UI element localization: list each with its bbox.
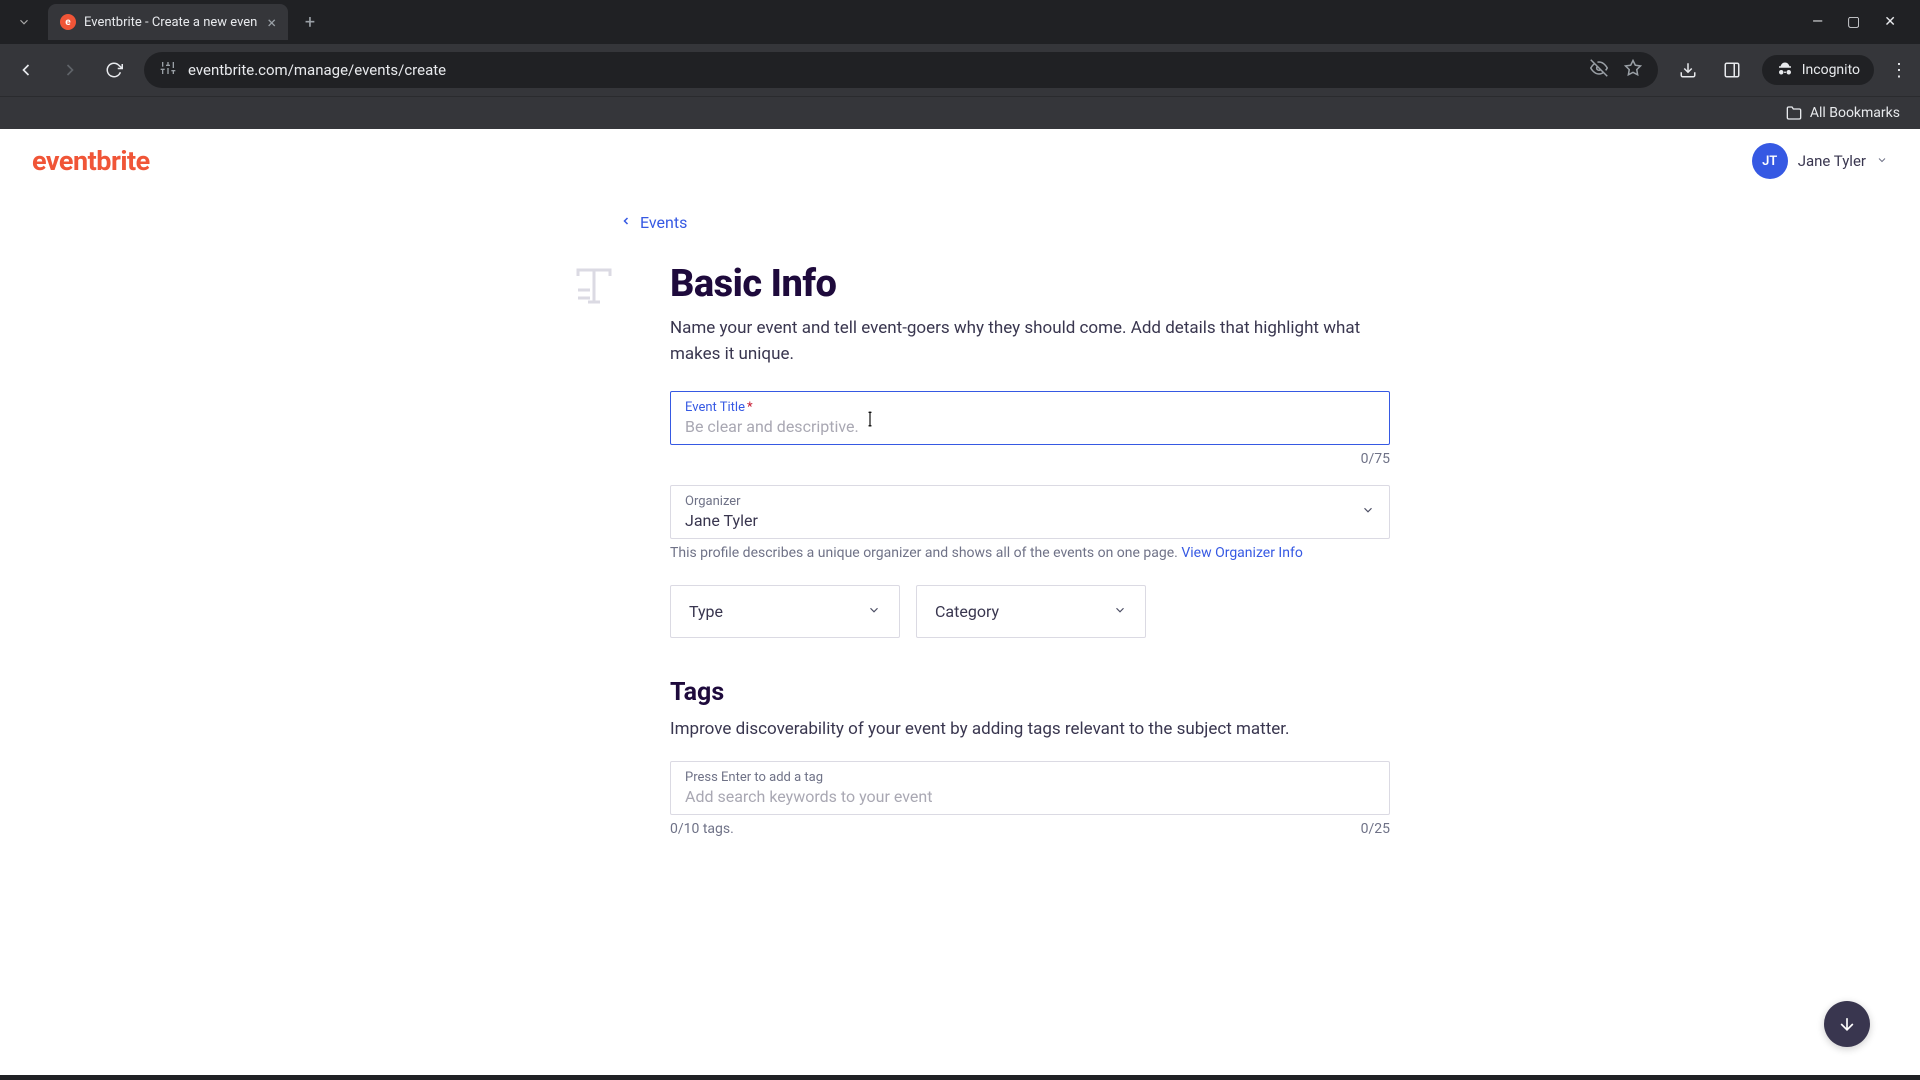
browser-chrome: e Eventbrite - Create a new even × + — ▢… <box>0 0 1920 129</box>
close-tab-button[interactable]: × <box>267 13 276 32</box>
reload-button[interactable] <box>100 56 128 84</box>
organizer-value: Jane Tyler <box>685 509 758 530</box>
bookmark-star-icon[interactable] <box>1624 59 1642 81</box>
tags-title: Tags <box>670 678 1390 707</box>
minimize-button[interactable]: — <box>1812 14 1823 30</box>
tags-field[interactable]: Press Enter to add a tag <box>670 761 1390 815</box>
required-indicator: * <box>747 400 753 415</box>
chevron-down-icon <box>1876 154 1888 169</box>
chevron-down-icon <box>1361 503 1375 521</box>
browser-menu-button[interactable]: ⋮ <box>1890 60 1908 81</box>
tags-input[interactable] <box>685 785 1375 806</box>
close-window-button[interactable]: ✕ <box>1884 14 1896 30</box>
chevron-down-icon <box>867 603 881 621</box>
incognito-label: Incognito <box>1802 62 1860 78</box>
organizer-label: Organizer <box>685 494 758 509</box>
user-avatar: JT <box>1752 143 1788 179</box>
type-label: Type <box>689 602 723 621</box>
breadcrumb-label: Events <box>640 213 687 232</box>
tags-char-counter: 0/25 <box>1361 821 1390 837</box>
eventbrite-logo[interactable]: eventbrite <box>32 145 150 177</box>
tab-bar: e Eventbrite - Create a new even × + — ▢… <box>0 0 1920 44</box>
tags-label: Press Enter to add a tag <box>685 770 823 785</box>
view-organizer-link[interactable]: View Organizer Info <box>1181 545 1302 561</box>
url-text: eventbrite.com/manage/events/create <box>188 61 1578 79</box>
type-select[interactable]: Type <box>670 585 900 638</box>
tags-count: 0/10 tags. <box>670 821 734 837</box>
forward-button[interactable] <box>56 56 84 84</box>
maximize-button[interactable]: ▢ <box>1847 14 1860 30</box>
app-header: eventbrite JT Jane Tyler <box>0 129 1920 193</box>
user-menu[interactable]: JT Jane Tyler <box>1752 143 1888 179</box>
all-bookmarks-button[interactable]: All Bookmarks <box>1786 105 1900 121</box>
chevron-down-icon <box>1113 603 1127 621</box>
tab-search-button[interactable] <box>8 6 40 38</box>
browser-toolbar: eventbrite.com/manage/events/create Inco… <box>0 44 1920 96</box>
site-settings-icon[interactable] <box>160 60 176 80</box>
event-title-input[interactable] <box>685 415 1375 436</box>
section-description: Name your event and tell event-goers why… <box>670 316 1390 367</box>
incognito-badge[interactable]: Incognito <box>1762 55 1874 85</box>
content-scroll[interactable]: Events Basic Info Name your event and te… <box>0 193 1920 1075</box>
event-title-field[interactable]: Event Title * <box>670 391 1390 445</box>
scroll-down-button[interactable] <box>1824 1001 1870 1047</box>
organizer-helper: This profile describes a unique organize… <box>670 545 1390 561</box>
download-icon[interactable] <box>1674 56 1702 84</box>
page-content: eventbrite JT Jane Tyler Events Basi <box>0 129 1920 1075</box>
chevron-left-icon <box>620 215 632 231</box>
text-icon <box>570 262 630 837</box>
eventbrite-favicon: e <box>60 14 76 30</box>
event-title-label: Event Title <box>685 400 745 415</box>
user-name: Jane Tyler <box>1798 152 1866 170</box>
tab-title: Eventbrite - Create a new even <box>84 15 259 30</box>
category-label: Category <box>935 602 999 621</box>
basic-info-section: Basic Info Name your event and tell even… <box>570 262 1500 837</box>
organizer-select[interactable]: Organizer Jane Tyler <box>670 485 1390 539</box>
category-select[interactable]: Category <box>916 585 1146 638</box>
section-title: Basic Info <box>670 262 1390 306</box>
new-tab-button[interactable]: + <box>296 8 324 36</box>
tags-description: Improve discoverability of your event by… <box>670 717 1390 743</box>
browser-tab[interactable]: e Eventbrite - Create a new even × <box>48 4 288 40</box>
breadcrumb-events[interactable]: Events <box>620 213 1500 232</box>
back-button[interactable] <box>12 56 40 84</box>
title-char-counter: 0/75 <box>670 451 1390 467</box>
window-controls: — ▢ ✕ <box>1812 14 1912 30</box>
eye-off-icon[interactable] <box>1590 59 1608 81</box>
all-bookmarks-label: All Bookmarks <box>1810 105 1900 121</box>
sidepanel-icon[interactable] <box>1718 56 1746 84</box>
bookmarks-bar: All Bookmarks <box>0 96 1920 129</box>
address-bar[interactable]: eventbrite.com/manage/events/create <box>144 52 1658 88</box>
